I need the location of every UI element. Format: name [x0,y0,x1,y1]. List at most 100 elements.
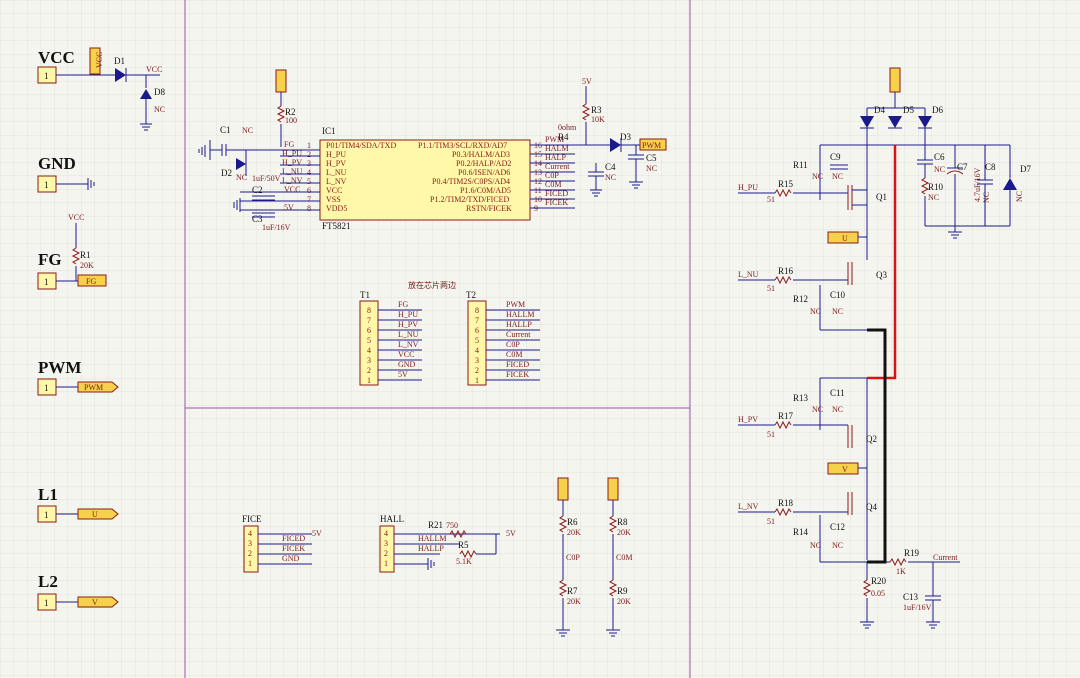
svg-text:3: 3 [307,159,311,168]
svg-text:NC: NC [810,307,821,316]
svg-text:L_NV: L_NV [282,176,303,185]
svg-text:4: 4 [248,529,252,538]
svg-text:0.05: 0.05 [871,589,885,598]
svg-text:C0M: C0M [616,553,632,562]
svg-text:FICE: FICE [242,514,262,524]
svg-text:0ohm: 0ohm [558,123,577,132]
grid-background [0,0,1080,678]
svg-text:PWM: PWM [84,383,103,392]
svg-text:D8: D8 [154,87,165,97]
svg-text:5.1K: 5.1K [456,557,472,566]
svg-text:5V: 5V [284,203,294,212]
svg-text:R16: R16 [778,266,794,276]
svg-text:20K: 20K [617,528,631,537]
svg-text:8: 8 [475,306,479,315]
svg-text:GND: GND [38,154,76,173]
svg-text:V: V [842,465,848,474]
svg-text:C12: C12 [830,522,845,532]
svg-text:P1.2/TIM2/TXD/FICED: P1.2/TIM2/TXD/FICED [430,195,510,204]
svg-text:4.7uF/16V: 4.7uF/16V [973,167,982,202]
svg-text:1: 1 [367,376,371,385]
svg-text:VCC: VCC [326,186,342,195]
svg-text:NC: NC [832,307,843,316]
svg-text:L_NU: L_NU [326,168,347,177]
svg-text:FT5821: FT5821 [322,221,351,231]
svg-text:NC: NC [832,172,843,181]
svg-text:FG: FG [398,300,408,309]
svg-text:6: 6 [307,186,311,195]
svg-text:3: 3 [475,356,479,365]
svg-text:4: 4 [367,346,371,355]
svg-text:L_NV: L_NV [398,340,419,349]
svg-text:VCC: VCC [68,213,84,222]
svg-text:D2: D2 [221,168,232,178]
svg-text:C4: C4 [605,162,616,172]
svg-text:L_NU: L_NU [282,167,303,176]
svg-text:R4: R4 [558,132,569,142]
svg-text:R6: R6 [567,517,578,527]
svg-text:1: 1 [44,277,49,287]
svg-text:H_PV: H_PV [398,320,418,329]
svg-text:51: 51 [767,517,775,526]
svg-text:L_NU: L_NU [738,270,759,279]
svg-text:FG: FG [86,277,96,286]
svg-text:C5: C5 [646,153,657,163]
svg-text:1K: 1K [896,567,906,576]
svg-text:NC: NC [646,164,657,173]
svg-text:FICED: FICED [282,534,305,543]
svg-text:Current: Current [933,553,958,562]
svg-text:C9: C9 [830,152,841,162]
svg-text:NC: NC [832,405,843,414]
svg-text:10K: 10K [591,115,605,124]
svg-text:HALLP: HALLP [506,320,532,329]
svg-text:PWM: PWM [38,358,81,377]
svg-text:FICEK: FICEK [282,544,305,553]
svg-text:V: V [92,598,98,607]
svg-text:U: U [92,510,98,519]
svg-text:R9: R9 [617,586,628,596]
svg-text:7: 7 [367,316,371,325]
svg-text:T2: T2 [466,290,476,300]
svg-text:R15: R15 [778,179,794,189]
svg-text:1: 1 [44,510,49,520]
svg-text:5: 5 [367,336,371,345]
svg-text:6: 6 [367,326,371,335]
svg-text:VCC: VCC [284,185,300,194]
svg-text:R12: R12 [793,294,808,304]
svg-text:R17: R17 [778,411,794,421]
svg-text:5V: 5V [506,529,516,538]
svg-text:C13: C13 [903,592,919,602]
svg-text:D6: D6 [932,105,943,115]
svg-text:P0.2/HALP/AD2: P0.2/HALP/AD2 [456,159,511,168]
schematic-canvas: VCC 1 VCC D1 VCC D8 NC GND 1 VCC R1 20K [0,0,1080,678]
svg-text:D3: D3 [620,132,631,142]
svg-text:1: 1 [44,598,49,608]
svg-text:R21: R21 [428,520,443,530]
svg-text:NC: NC [1015,191,1024,202]
svg-text:D1: D1 [114,56,125,66]
svg-text:L_NV: L_NV [326,177,347,186]
svg-text:NC: NC [154,105,165,114]
svg-text:FG: FG [38,250,62,269]
svg-text:C0M: C0M [506,350,522,359]
svg-text:R19: R19 [904,548,920,558]
svg-text:NC: NC [605,173,616,182]
svg-text:5V: 5V [398,370,408,379]
svg-text:H_PV: H_PV [738,415,758,424]
svg-text:IC1: IC1 [322,126,336,136]
svg-text:4: 4 [384,529,388,538]
svg-text:1uF/50V: 1uF/50V [252,174,281,183]
svg-text:C1: C1 [220,125,231,135]
svg-text:VCC: VCC [398,350,414,359]
svg-text:51: 51 [767,195,775,204]
svg-text:R20: R20 [871,576,887,586]
svg-text:R13: R13 [793,393,809,403]
svg-text:5V: 5V [312,529,322,538]
placement-note: 放在芯片两边 [408,280,456,290]
svg-text:H_PU: H_PU [326,150,346,159]
svg-text:GND: GND [282,554,300,563]
svg-text:1: 1 [475,376,479,385]
svg-text:P0.6/ISEN/AD6: P0.6/ISEN/AD6 [458,168,510,177]
svg-text:5V: 5V [582,77,592,86]
svg-text:NC: NC [812,172,823,181]
